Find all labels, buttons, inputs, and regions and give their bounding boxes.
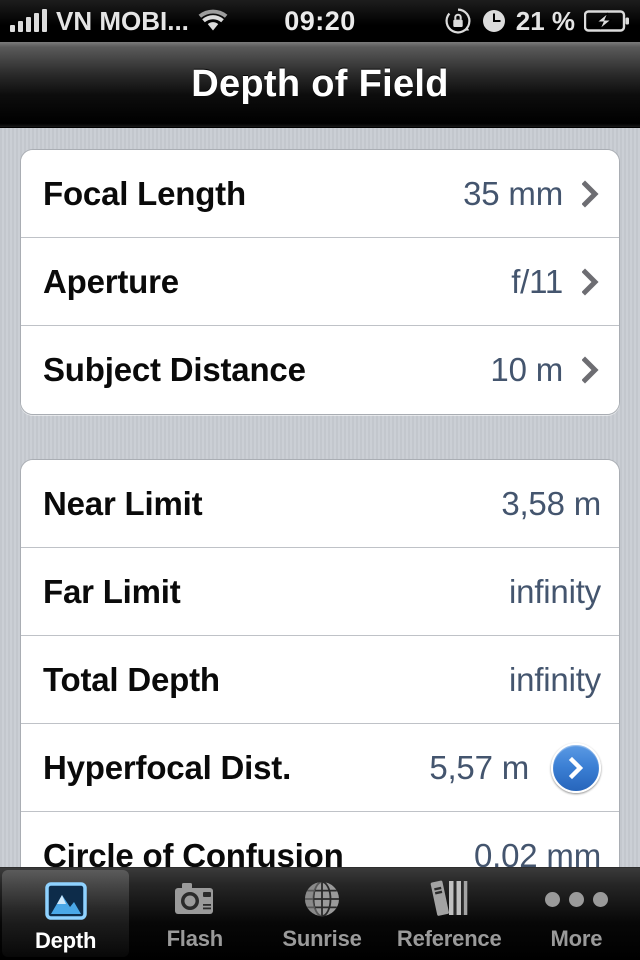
table-row-circle-of-confusion: Circle of Confusion 0.02 mm [21, 812, 619, 868]
tab-label: Depth [34, 928, 97, 953]
battery-percent-label: 21 % [515, 5, 575, 36]
table-row-aperture[interactable]: Aperture f/11 [21, 238, 619, 326]
row-label: Near Limit [43, 484, 203, 522]
table-row-subject-distance[interactable]: Subject Distance 10 m [21, 326, 619, 414]
row-value: 10 m [490, 351, 563, 388]
tab-flash[interactable]: Flash [131, 868, 258, 960]
row-value: 35 mm [463, 174, 563, 212]
tab-bar: Depth Flash Sunrise Reference More [0, 867, 640, 960]
tab-label: More [550, 926, 603, 951]
battery-charging-icon [584, 9, 630, 33]
books-icon [427, 876, 471, 922]
ellipsis-icon [544, 876, 608, 922]
table-row-near-limit: Near Limit 3,58 m [21, 460, 619, 548]
navigation-bar: Depth of Field [0, 42, 640, 128]
status-bar: VN MOBI... 09:20 21 % [0, 0, 640, 42]
table-row-far-limit: Far Limit infinity [21, 548, 619, 636]
carrier-label: VN MOBI... [56, 5, 189, 36]
row-value: 5,57 m [429, 748, 529, 786]
status-bar-left: VN MOBI... [10, 6, 228, 37]
tab-more[interactable]: More [513, 868, 640, 960]
tab-label: Reference [396, 926, 502, 951]
status-bar-right: 21 % [444, 6, 630, 37]
page-title: Depth of Field [191, 63, 449, 105]
signal-bars-icon [10, 9, 47, 32]
row-value: infinity [509, 660, 601, 698]
tab-sunrise[interactable]: Sunrise [258, 868, 385, 960]
detail-disclosure-button[interactable] [551, 742, 601, 793]
row-label: Subject Distance [43, 351, 306, 388]
results-group: Near Limit 3,58 m Far Limit infinity Tot… [20, 459, 620, 868]
chevron-right-icon [581, 179, 601, 208]
tab-label: Sunrise [282, 926, 362, 951]
app-screen: VN MOBI... 09:20 21 % Depth of Field Foc… [0, 0, 640, 960]
settings-list[interactable]: Focal Length 35 mm Aperture f/11 Subject… [0, 127, 640, 868]
chevron-right-icon [581, 356, 601, 384]
row-value: 0.02 mm [474, 837, 601, 868]
row-label: Hyperfocal Dist. [43, 748, 292, 786]
alarm-clock-icon [481, 8, 507, 34]
globe-icon [301, 876, 343, 922]
row-label: Circle of Confusion [43, 837, 344, 868]
tab-depth[interactable]: Depth [2, 870, 130, 957]
table-row-total-depth: Total Depth infinity [21, 636, 619, 724]
tab-label: Flash [166, 926, 224, 951]
row-label: Far Limit [43, 572, 181, 610]
row-label: Aperture [43, 262, 179, 300]
rotation-lock-icon [444, 7, 472, 35]
camera-icon [172, 876, 218, 922]
table-row-focal-length[interactable]: Focal Length 35 mm [21, 150, 619, 238]
row-value: f/11 [511, 262, 563, 300]
tab-reference[interactable]: Reference [386, 868, 513, 960]
table-row-hyperfocal-distance[interactable]: Hyperfocal Dist. 5,57 m [21, 724, 619, 812]
input-parameters-group: Focal Length 35 mm Aperture f/11 Subject… [20, 149, 620, 415]
row-value: infinity [509, 572, 601, 610]
wifi-icon [198, 9, 228, 33]
row-value: 3,58 m [501, 484, 601, 522]
row-label: Total Depth [43, 660, 220, 698]
chevron-right-icon [581, 267, 601, 296]
photo-mountain-icon [44, 878, 88, 924]
row-label: Focal Length [43, 174, 246, 212]
